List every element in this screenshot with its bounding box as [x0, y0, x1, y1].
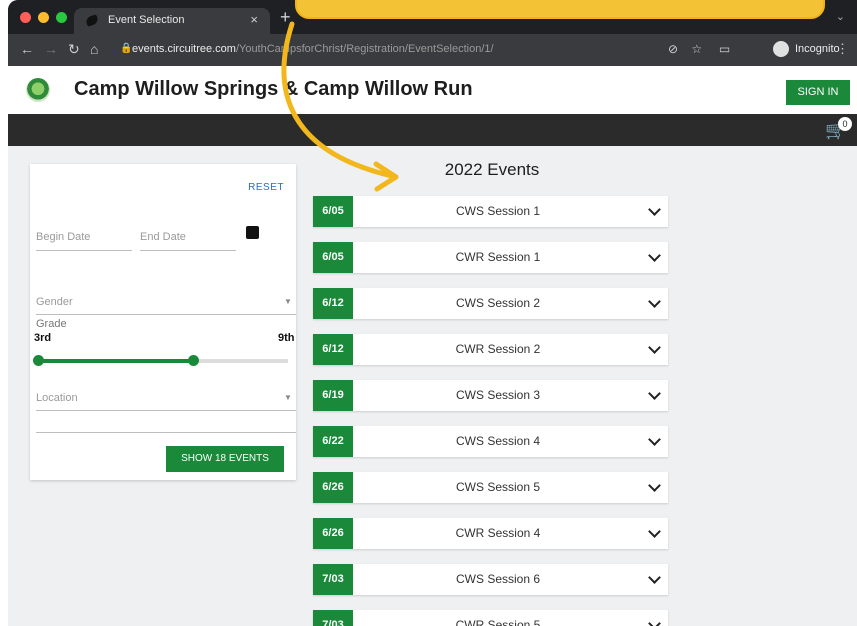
annotation-arrow-icon	[281, 21, 399, 192]
browser-window: Event Selection × + ⌄ ← → ↻ ⌂ 🔒 events.c…	[8, 0, 857, 626]
